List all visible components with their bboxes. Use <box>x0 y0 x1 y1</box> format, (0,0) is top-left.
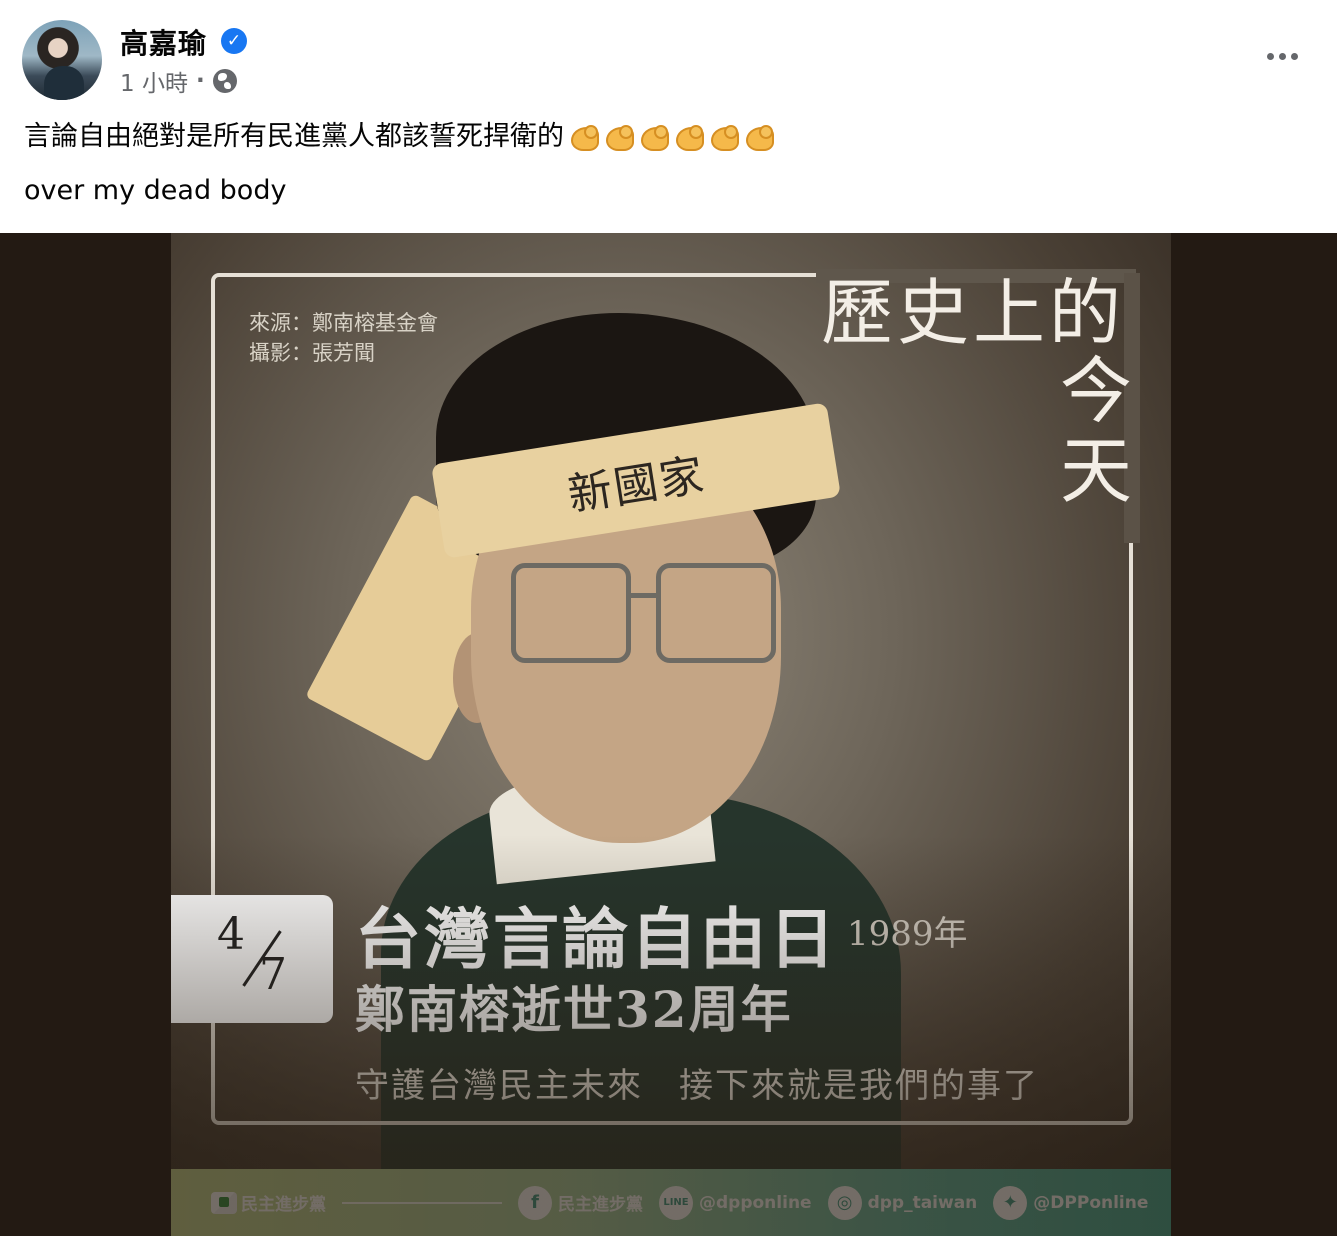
poster-year: 1989年 <box>847 914 968 954</box>
dpp-logo: 民主進步黨 <box>211 1190 326 1215</box>
social-facebook: f 民主進步黨 <box>518 1185 643 1220</box>
flexed-biceps-icon <box>638 121 670 153</box>
today-title: 今 天 <box>1056 351 1136 511</box>
date-day: 7 <box>259 949 287 1000</box>
more-options-button[interactable] <box>1262 44 1302 68</box>
instagram-label: dpp_taiwan <box>867 1192 978 1213</box>
line-icon: LINE <box>659 1185 693 1220</box>
flexed-biceps-icon <box>743 121 775 153</box>
post-meta: 1 小時 · <box>120 64 237 98</box>
footer-divider <box>342 1201 502 1204</box>
flexed-biceps-icon <box>603 121 635 153</box>
poster-main-title: 台灣言論自由日 <box>355 900 838 978</box>
twitter-label: @DPPonline <box>1033 1192 1149 1213</box>
flexed-biceps-icon <box>708 121 740 153</box>
flexed-biceps-emoji-row <box>568 121 775 153</box>
dpp-flag-icon <box>211 1191 237 1214</box>
poster-footer: 民主進步黨 f 民主進步黨 LINE @dpponline ◎ dpp_taiw… <box>171 1169 1171 1236</box>
photographer-line: 攝影：張芳聞 <box>249 341 375 365</box>
social-instagram: ◎ dpp_taiwan <box>827 1185 978 1220</box>
today-char-1: 今 <box>1059 349 1132 433</box>
instagram-icon: ◎ <box>827 1185 862 1220</box>
history-title: 歷史上的 <box>821 271 1126 355</box>
author-name[interactable]: 高嘉瑜 <box>120 22 207 62</box>
date-badge <box>171 895 333 1023</box>
poster-slogan: 守護台灣民主未來 接下來就是我們的事了 <box>355 1066 1039 1106</box>
globe-icon[interactable] <box>212 69 237 93</box>
source-line: 來源：鄭南榕基金會 <box>249 311 438 335</box>
party-name: 民主進步黨 <box>241 1195 326 1215</box>
flexed-biceps-icon <box>568 121 600 153</box>
photo-credit: 來源：鄭南榕基金會 攝影：張芳聞 <box>249 308 438 368</box>
post-text-line2: over my dead body <box>24 175 287 206</box>
social-twitter: ✦ @DPPonline <box>993 1185 1149 1220</box>
date-month: 4 <box>217 909 245 960</box>
poster-subtitle: 鄭南榕逝世32周年 <box>355 980 793 1039</box>
social-line: LINE @dpponline <box>659 1185 812 1220</box>
facebook-label: 民主進步黨 <box>558 1195 643 1215</box>
line-label: @dpponline <box>699 1192 812 1213</box>
post-text-line1: 言論自由絕對是所有民進黨人都該誓死捍衛的 <box>24 118 775 156</box>
meta-separator: · <box>195 68 205 94</box>
verified-badge-icon: ✓ <box>221 28 247 54</box>
post-photo[interactable]: 新國家 來源：鄭南榕基金會 攝影：張芳聞 歷史上的 今 天 4 7 台灣言論自由… <box>0 233 1337 1236</box>
facebook-icon: f <box>518 1185 552 1220</box>
post-text: 言論自由絕對是所有民進黨人都該誓死捍衛的 <box>24 121 564 152</box>
today-char-2: 天 <box>1059 429 1132 513</box>
memorial-poster-image: 新國家 來源：鄭南榕基金會 攝影：張芳聞 歷史上的 今 天 4 7 台灣言論自由… <box>171 233 1171 1236</box>
flexed-biceps-icon <box>673 121 705 153</box>
author-avatar[interactable] <box>22 20 102 100</box>
post-timestamp[interactable]: 1 小時 <box>120 64 188 98</box>
twitter-icon: ✦ <box>993 1185 1028 1220</box>
